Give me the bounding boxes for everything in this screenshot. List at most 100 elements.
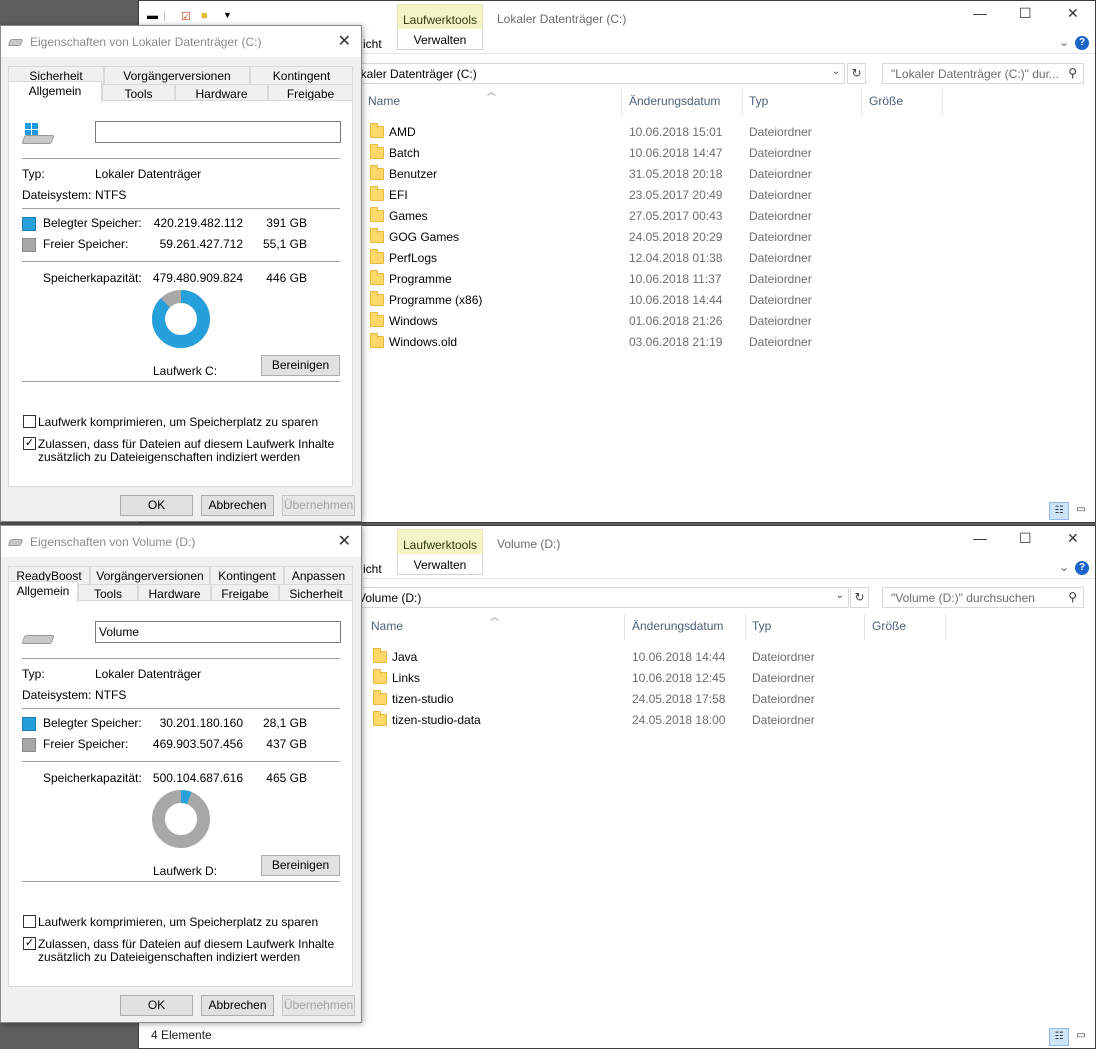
file-type: Dateiordner [749, 272, 812, 286]
folder-icon [370, 207, 384, 222]
tab-allgemein[interactable]: Allgemein [8, 581, 78, 603]
properties-dialog-c: Eigenschaften von Lokaler Datenträger (C… [0, 25, 362, 522]
properties-icon[interactable]: ☑ [181, 10, 191, 23]
large-icons-view-icon[interactable]: ▭ [1071, 502, 1091, 520]
column-header-date[interactable]: Änderungsdatum [629, 94, 720, 114]
column-header-type[interactable]: Typ [752, 619, 771, 639]
column-divider[interactable] [945, 614, 946, 640]
minimize-icon[interactable]: — [973, 5, 987, 21]
capacity-gb: 465 GB [266, 771, 307, 785]
refresh-icon[interactable]: ↻ [850, 587, 869, 608]
tab-kontingent[interactable]: Kontingent [250, 66, 353, 84]
index-label-line1[interactable]: Zulassen, dass für Dateien auf diesem La… [38, 437, 334, 451]
capacity-bytes: 500.104.687.616 [152, 771, 243, 785]
close-icon[interactable]: ✕ [338, 531, 351, 551]
file-date: 23.05.2017 20:49 [629, 188, 723, 202]
column-header-name[interactable]: Name [371, 619, 403, 639]
address-bar[interactable]: okaler Datenträger (C:) ⌄ [349, 63, 845, 84]
compress-checkbox[interactable] [23, 415, 36, 428]
drive-name-input[interactable]: Volume [95, 621, 341, 643]
drive-icon[interactable]: ▬ [147, 10, 158, 22]
folder-icon [373, 648, 387, 663]
ok-button[interactable]: OK [120, 495, 193, 516]
new-folder-icon[interactable]: ■ [201, 10, 208, 22]
column-divider[interactable] [621, 89, 622, 115]
search-input[interactable]: "Volume (D:)" durchsuchen ⚲ [882, 587, 1084, 608]
close-icon[interactable]: ✕ [1067, 5, 1079, 22]
file-name: Benutzer [389, 167, 438, 181]
tab-verwalten[interactable]: Verwalten [397, 554, 483, 575]
tab-ansicht[interactable]: icht [363, 562, 382, 576]
details-view-icon[interactable]: ☷ [1049, 502, 1069, 520]
tab-laufwerktools[interactable]: Laufwerktools [397, 4, 483, 32]
folder-icon [373, 711, 387, 726]
apply-button[interactable]: Übernehmen [282, 495, 355, 516]
column-header-size[interactable]: Größe [872, 619, 906, 639]
cancel-button[interactable]: Abbrechen [201, 495, 274, 516]
column-divider[interactable] [942, 89, 943, 115]
address-bar[interactable]: Volume (D:) ⌄ [353, 587, 849, 608]
column-header-type[interactable]: Typ [749, 94, 768, 114]
tab-verwalten[interactable]: Verwalten [397, 29, 483, 50]
close-icon[interactable]: ✕ [1067, 530, 1079, 547]
customize-qat-icon[interactable]: ▼ [223, 10, 232, 20]
column-divider[interactable] [861, 89, 862, 115]
tab-allgemein[interactable]: Allgemein [8, 81, 102, 103]
maximize-icon[interactable]: ☐ [1019, 5, 1032, 22]
apply-button[interactable]: Übernehmen [282, 995, 355, 1016]
tab-ansicht[interactable]: icht [363, 37, 382, 51]
compress-label[interactable]: Laufwerk komprimieren, um Speicherplatz … [38, 915, 318, 929]
ok-button[interactable]: OK [120, 995, 193, 1016]
column-divider[interactable] [745, 614, 746, 640]
details-view-icon[interactable]: ☷ [1049, 1028, 1069, 1046]
cleanup-button[interactable]: Bereinigen [261, 855, 340, 876]
windows-drive-icon [21, 123, 55, 147]
search-input[interactable]: "Lokaler Datenträger (C:)" dur... ⚲ [882, 63, 1084, 84]
tab-anpassen[interactable]: Anpassen [284, 566, 353, 584]
refresh-icon[interactable]: ↻ [847, 63, 866, 84]
index-checkbox[interactable]: ✓ [23, 937, 36, 950]
dialog-title: Eigenschaften von Volume (D:) [30, 535, 196, 549]
help-icon[interactable]: ? [1075, 36, 1089, 50]
ribbon-expand-icon[interactable]: ⌄ [1059, 560, 1069, 574]
file-date: 24.05.2018 20:29 [629, 230, 723, 244]
close-icon[interactable]: ✕ [338, 31, 351, 51]
tab-vorgaengerversionen[interactable]: Vorgängerversionen [104, 66, 250, 84]
compress-label[interactable]: Laufwerk komprimieren, um Speicherplatz … [38, 415, 318, 429]
folder-icon [370, 312, 384, 327]
column-header-name[interactable]: Name [368, 94, 400, 114]
file-name: tizen-studio [392, 692, 454, 706]
column-divider[interactable] [742, 89, 743, 115]
column-header-size[interactable]: Größe [869, 94, 903, 114]
filesystem-label: Dateisystem: [22, 688, 92, 702]
column-header-date[interactable]: Änderungsdatum [632, 619, 723, 639]
index-label-line2[interactable]: zusätzlich zu Dateieigenschaften indizie… [38, 450, 300, 464]
filesystem-label: Dateisystem: [22, 188, 92, 202]
file-type: Dateiordner [752, 692, 815, 706]
usage-donut-chart [152, 790, 210, 848]
chevron-down-icon[interactable]: ⌄ [832, 66, 840, 77]
divider [22, 881, 340, 882]
used-gb: 391 GB [266, 216, 307, 230]
tab-laufwerktools[interactable]: Laufwerktools [397, 529, 483, 557]
index-checkbox[interactable]: ✓ [23, 437, 36, 450]
maximize-icon[interactable]: ☐ [1019, 530, 1032, 547]
folder-icon [370, 270, 384, 285]
index-label-line2[interactable]: zusätzlich zu Dateieigenschaften indizie… [38, 950, 300, 964]
index-label-line1[interactable]: Zulassen, dass für Dateien auf diesem La… [38, 937, 334, 951]
cleanup-button[interactable]: Bereinigen [261, 355, 340, 376]
cancel-button[interactable]: Abbrechen [201, 995, 274, 1016]
minimize-icon[interactable]: — [973, 530, 987, 546]
tab-kontingent[interactable]: Kontingent [210, 566, 284, 584]
drive-name-input[interactable] [95, 121, 341, 143]
tab-vorgaengerversionen[interactable]: Vorgängerversionen [90, 566, 210, 584]
file-name: AMD [389, 125, 416, 139]
folder-icon [370, 165, 384, 180]
help-icon[interactable]: ? [1075, 561, 1089, 575]
ribbon-expand-icon[interactable]: ⌄ [1059, 35, 1069, 49]
compress-checkbox[interactable] [23, 915, 36, 928]
chevron-down-icon[interactable]: ⌄ [836, 590, 844, 601]
column-divider[interactable] [624, 614, 625, 640]
column-divider[interactable] [864, 614, 865, 640]
large-icons-view-icon[interactable]: ▭ [1071, 1028, 1091, 1046]
